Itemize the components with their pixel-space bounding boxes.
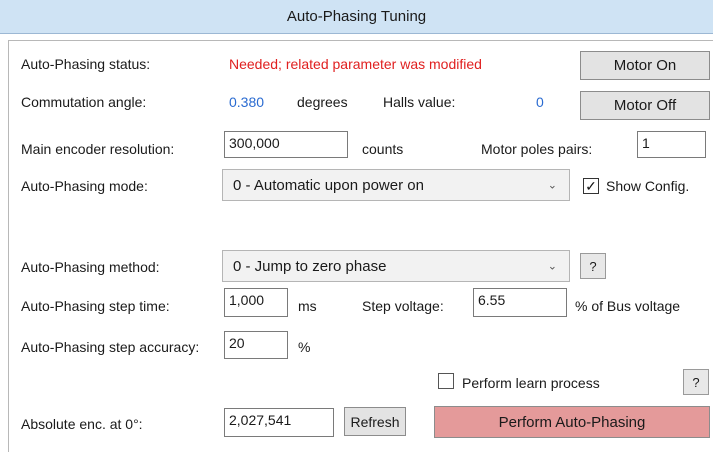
- learn-process-label: Perform learn process: [462, 375, 600, 391]
- commutation-angle-unit: degrees: [297, 94, 348, 110]
- motor-poles-label: Motor poles pairs:: [481, 141, 593, 157]
- step-time-unit: ms: [298, 298, 317, 314]
- halls-value: 0: [536, 94, 544, 110]
- absolute-encoder-input[interactable]: 2,027,541: [224, 408, 334, 437]
- motor-poles-input[interactable]: 1: [637, 131, 706, 158]
- phasing-method-selected: 0 - Jump to zero phase: [233, 257, 387, 275]
- encoder-resolution-label: Main encoder resolution:: [21, 141, 175, 157]
- step-voltage-label: Step voltage:: [362, 298, 444, 314]
- phasing-mode-selected: 0 - Automatic upon power on: [233, 176, 424, 194]
- step-voltage-input[interactable]: 6.55: [473, 288, 567, 317]
- phasing-method-label: Auto-Phasing method:: [21, 259, 160, 275]
- perform-auto-phasing-button[interactable]: Perform Auto-Phasing: [434, 406, 710, 438]
- phasing-mode-select[interactable]: 0 - Automatic upon power on ⌄: [222, 169, 570, 201]
- chevron-down-icon: ⌄: [547, 179, 557, 192]
- window-title: Auto-Phasing Tuning: [286, 8, 427, 25]
- step-accuracy-unit: %: [298, 339, 311, 355]
- step-accuracy-label: Auto-Phasing step accuracy:: [21, 339, 200, 355]
- refresh-button[interactable]: Refresh: [344, 407, 406, 436]
- method-help-button[interactable]: ?: [580, 253, 606, 279]
- checkmark-icon: ✓: [585, 178, 597, 194]
- encoder-resolution-unit: counts: [362, 141, 404, 157]
- step-time-label: Auto-Phasing step time:: [21, 298, 170, 314]
- step-accuracy-input[interactable]: 20: [224, 331, 288, 359]
- step-time-input[interactable]: 1,000: [224, 288, 288, 317]
- encoder-resolution-input[interactable]: 300,000: [224, 131, 348, 158]
- status-value: Needed; related parameter was modified: [229, 56, 482, 72]
- phasing-method-select[interactable]: 0 - Jump to zero phase ⌄: [222, 250, 570, 282]
- motor-off-button[interactable]: Motor Off: [580, 91, 710, 120]
- commutation-angle-label: Commutation angle:: [21, 94, 147, 110]
- step-voltage-unit: % of Bus voltage: [575, 298, 681, 314]
- show-config-label: Show Config.: [606, 178, 690, 194]
- absolute-encoder-label: Absolute enc. at 0°:: [21, 416, 143, 432]
- halls-value-label: Halls value:: [383, 94, 456, 110]
- motor-on-button[interactable]: Motor On: [580, 51, 710, 80]
- phasing-mode-label: Auto-Phasing mode:: [21, 178, 148, 194]
- learn-help-button[interactable]: ?: [683, 369, 709, 395]
- show-config-checkbox[interactable]: ✓: [583, 178, 599, 194]
- learn-process-checkbox[interactable]: [438, 373, 454, 389]
- commutation-angle-value: 0.380: [229, 94, 265, 110]
- window-title-bar: Auto-Phasing Tuning: [0, 0, 713, 34]
- status-label: Auto-Phasing status:: [21, 56, 151, 72]
- chevron-down-icon: ⌄: [547, 260, 557, 273]
